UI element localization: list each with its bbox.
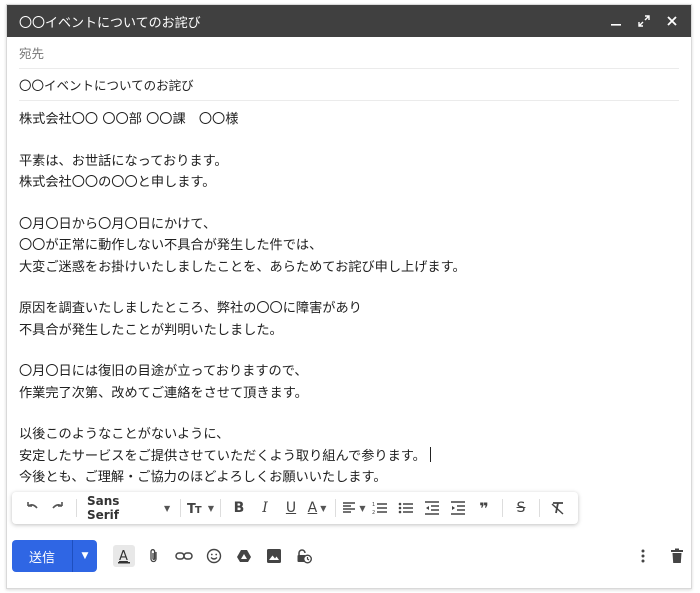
toolbar-divider — [335, 499, 336, 517]
body-line: 安定したサービスをご提供させていただくよう取り組んで参ります。 — [19, 446, 679, 468]
more-options-icon[interactable] — [632, 545, 654, 567]
text-color-icon[interactable]: A ▼ — [305, 496, 329, 520]
toolbar-divider — [501, 499, 503, 517]
body-line: 〇月〇日から〇月〇日にかけて、 — [19, 216, 217, 232]
body-blank-line — [19, 131, 679, 151]
compose-titlebar[interactable]: 〇〇イベントについてのお詫び — [7, 5, 691, 37]
numbered-list-icon[interactable]: 12 — [368, 496, 392, 520]
recipients-field[interactable]: 宛先 — [19, 37, 679, 69]
indent-less-icon[interactable] — [420, 496, 444, 520]
toolbar-divider — [220, 499, 221, 517]
body-line: 以後このようなことがないように、 — [19, 427, 230, 442]
emoji-icon[interactable] — [203, 545, 225, 567]
text-cursor — [429, 446, 431, 462]
body-line: 〇〇が正常に動作しない不具合が発生した件では、 — [19, 238, 323, 253]
formatting-options-icon[interactable]: A — [113, 545, 135, 567]
body-blank-line — [19, 341, 679, 361]
body-line: 作業完了次第、改めてご連絡をさせて頂きます。 — [19, 385, 308, 401]
font-size-button[interactable]: TT ▼ — [187, 496, 214, 520]
minimize-icon[interactable] — [609, 14, 623, 28]
svg-text:2: 2 — [372, 510, 375, 515]
body-line: 大変ご迷惑をお掛けいたしましたことを、あらためてお詫び申し上げます。 — [19, 259, 466, 275]
discard-draft-icon[interactable] — [666, 545, 688, 567]
compose-actions-bar: 送信 ▼ A — [12, 539, 688, 573]
body-line: 〇月〇日には復旧の目途が立っておりますので、 — [19, 364, 308, 379]
body-line: 株式会社〇〇の〇〇と申します。 — [19, 175, 216, 190]
attach-file-icon[interactable] — [143, 545, 165, 567]
align-icon[interactable]: ▼ — [342, 496, 366, 520]
body-blank-line — [19, 278, 679, 298]
chevron-down-icon: ▼ — [207, 503, 215, 513]
body-line: 平素は、お世話になっております。 — [19, 153, 228, 169]
subject-text: 〇〇イベントについてのお詫び — [19, 78, 194, 93]
send-button[interactable]: 送信 — [12, 540, 72, 572]
insert-photo-icon[interactable] — [263, 545, 285, 567]
svg-text:T: T — [195, 505, 202, 516]
font-family-select[interactable]: Sans Serif ▼ — [83, 494, 174, 522]
compose-title: 〇〇イベントについてのお詫び — [19, 15, 201, 31]
bulleted-list-icon[interactable] — [394, 496, 418, 520]
italic-icon[interactable]: I — [253, 496, 277, 520]
subject-field[interactable]: 〇〇イベントについてのお詫び — [19, 69, 679, 101]
remove-formatting-icon[interactable] — [546, 496, 570, 520]
undo-icon[interactable] — [20, 496, 44, 520]
body-line: 今後とも、ご理解・ご協力のほどよろしくお願いいたします。 — [19, 470, 387, 485]
indent-more-icon[interactable] — [446, 496, 470, 520]
svg-text:A: A — [119, 549, 128, 564]
expand-icon[interactable] — [637, 14, 651, 28]
toolbar-divider — [76, 499, 77, 517]
to-label: 宛先 — [19, 46, 45, 61]
underline-icon[interactable]: U — [279, 496, 303, 520]
chevron-down-icon: ▼ — [163, 503, 171, 513]
message-body[interactable]: 株式会社〇〇 〇〇部 〇〇課 〇〇様 平素は、お世話になっております。 株式会社〇〇… — [7, 101, 691, 489]
font-family-value: Sans Serif — [86, 494, 120, 522]
close-icon[interactable] — [665, 14, 679, 28]
redo-icon[interactable] — [46, 496, 70, 520]
quote-icon[interactable]: ❞ — [472, 496, 496, 520]
body-blank-line — [19, 404, 679, 424]
confidential-mode-icon[interactable] — [293, 545, 315, 567]
toolbar-divider — [180, 499, 182, 517]
body-line: 原因を調査いたしましたところ、弊社の〇〇に障害があり — [19, 301, 362, 316]
body-line: 株式会社〇〇 〇〇部 〇〇課 〇〇様 — [19, 112, 239, 127]
strikethrough-icon[interactable]: S — [509, 496, 533, 520]
formatting-toolbar: Sans Serif ▼ TT ▼ B I U A ▼ ▼ 12 ❞ S — [12, 492, 578, 524]
svg-text:1: 1 — [372, 502, 375, 508]
send-options-button[interactable]: ▼ — [72, 540, 97, 572]
google-drive-icon[interactable] — [233, 545, 255, 567]
body-line: 不具合が発生したことが判明いたしました。 — [19, 322, 283, 338]
send-button-group: 送信 ▼ — [12, 540, 97, 572]
toolbar-divider — [538, 499, 540, 517]
bold-icon[interactable]: B — [227, 496, 251, 520]
body-blank-line — [19, 194, 679, 214]
insert-link-icon[interactable] — [173, 545, 195, 567]
